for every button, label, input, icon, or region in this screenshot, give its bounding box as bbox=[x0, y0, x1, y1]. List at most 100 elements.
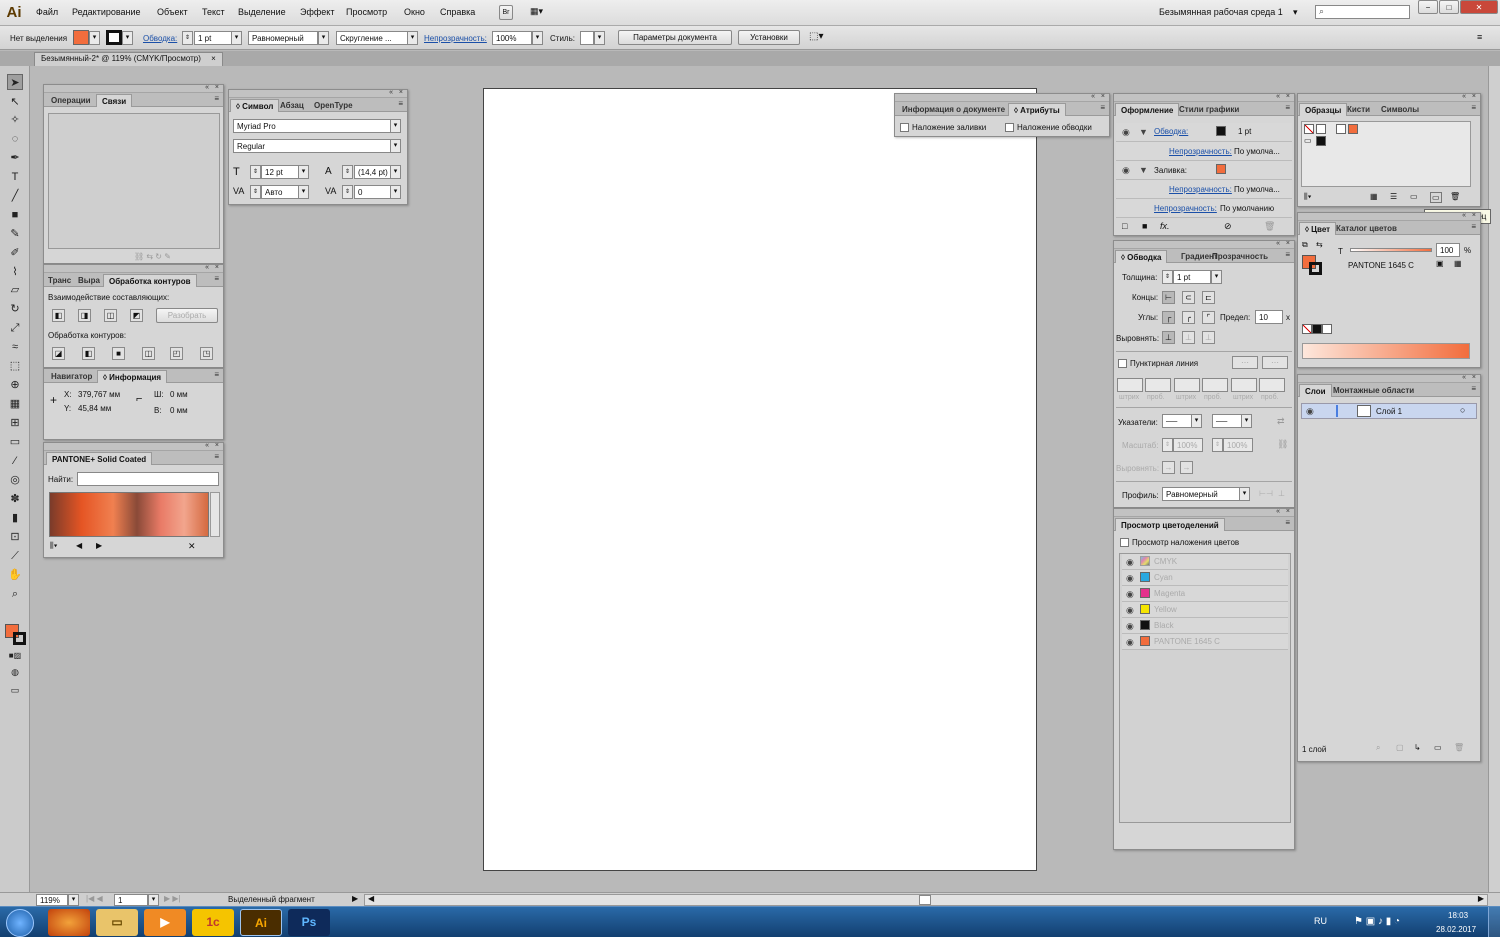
collapse-icon[interactable]: « bbox=[1091, 93, 1095, 100]
last-artboard-icon[interactable]: ▶ ▶| bbox=[164, 894, 181, 903]
pencil-tool-icon[interactable]: ✐ bbox=[7, 245, 23, 261]
menu-window[interactable]: Окно bbox=[404, 7, 425, 17]
layer-row[interactable]: ◉ Слой 1 ○ bbox=[1301, 403, 1477, 419]
visibility-eye-icon[interactable]: ◉ bbox=[1122, 165, 1130, 176]
stroke-opacity-link[interactable]: Непрозрачность: bbox=[1169, 147, 1232, 156]
panel-menu-icon[interactable]: ≡ bbox=[1285, 250, 1290, 259]
opacity-panel-link[interactable]: Непрозрачность: bbox=[424, 34, 487, 43]
dash-field-3[interactable] bbox=[1231, 378, 1257, 392]
visibility-eye-icon[interactable]: ◉ bbox=[1122, 127, 1130, 138]
language-indicator[interactable]: RU bbox=[1314, 916, 1327, 926]
stroke-weight-stepper[interactable]: ⇕ bbox=[182, 31, 193, 45]
layer-name[interactable]: Слой 1 bbox=[1376, 407, 1402, 416]
default-colors-icon[interactable]: ⧉ bbox=[1302, 240, 1308, 250]
hand-tool-icon[interactable]: ✋ bbox=[7, 567, 23, 583]
font-family-field[interactable]: Myriad Pro bbox=[233, 119, 391, 133]
stroke-color-swatch[interactable] bbox=[106, 30, 122, 45]
menu-type[interactable]: Текст bbox=[202, 7, 225, 17]
projecting-cap-icon[interactable]: ⊏ bbox=[1202, 291, 1215, 304]
end-arrowhead-dropdown[interactable]: ▾ bbox=[1241, 414, 1252, 428]
disclosure-triangle-icon[interactable]: ▼ bbox=[1139, 165, 1148, 175]
firefox-taskbar-icon[interactable] bbox=[48, 909, 90, 936]
panel-menu-icon[interactable]: ≡ bbox=[214, 370, 219, 379]
workspace-switcher[interactable]: Безымянная рабочая среда 1 bbox=[1159, 7, 1283, 17]
tab-transform[interactable]: Транс bbox=[45, 274, 75, 287]
clock-time[interactable]: 18:03 bbox=[1448, 911, 1468, 920]
scroll-right-icon[interactable]: ▶ bbox=[1478, 894, 1484, 903]
tab-navigator[interactable]: Навигатор bbox=[46, 370, 97, 383]
graphic-style-swatch[interactable] bbox=[580, 31, 594, 45]
close-icon[interactable]: × bbox=[215, 84, 219, 91]
visibility-eye-icon[interactable]: ◉ bbox=[1126, 637, 1134, 648]
panel-menu-icon[interactable]: ≡ bbox=[1285, 103, 1290, 112]
ink-row-black[interactable]: ◉ Black bbox=[1122, 618, 1288, 634]
warp-tool-icon[interactable]: ≈ bbox=[7, 339, 23, 355]
panel-menu-icon[interactable]: ≡ bbox=[214, 94, 219, 103]
minimize-button[interactable]: − bbox=[1418, 0, 1438, 14]
mesh-tool-icon[interactable]: ⊞ bbox=[7, 415, 23, 431]
new-swatch-icon[interactable]: ▭ bbox=[1430, 192, 1442, 203]
previous-library-icon[interactable]: ◀ bbox=[76, 541, 82, 550]
round-cap-icon[interactable]: ⊂ bbox=[1182, 291, 1195, 304]
tint-slider[interactable] bbox=[1350, 248, 1432, 252]
panel-menu-icon[interactable]: ≡ bbox=[1471, 103, 1476, 112]
profile-dropdown[interactable]: ▾ bbox=[318, 31, 329, 45]
find-input[interactable] bbox=[77, 472, 219, 486]
tab-color-guide[interactable]: Каталог цветов bbox=[1331, 222, 1402, 235]
locate-object-icon[interactable]: ⌕ bbox=[1376, 743, 1380, 753]
scroll-left-icon[interactable]: ◀ bbox=[368, 894, 374, 903]
weight-field[interactable]: 1 pt bbox=[1173, 270, 1211, 284]
color-mode-icons[interactable]: ■▨ bbox=[7, 648, 23, 664]
collapse-icon[interactable]: « bbox=[205, 442, 209, 449]
tab-document-info[interactable]: Информация о документе bbox=[897, 103, 1010, 116]
first-artboard-icon[interactable]: |◀ ◀ bbox=[86, 894, 103, 903]
object-opacity-link[interactable]: Непрозрачность: bbox=[1154, 204, 1217, 213]
brush-dropdown[interactable]: ▾ bbox=[407, 31, 418, 45]
profile-dropdown[interactable]: ▾ bbox=[1239, 487, 1250, 501]
align-outside-icon[interactable]: ⊥ bbox=[1202, 331, 1215, 344]
add-effect-icon[interactable]: fx. bbox=[1160, 221, 1170, 231]
collapse-icon[interactable]: « bbox=[205, 84, 209, 91]
free-transform-tool-icon[interactable]: ⬚ bbox=[7, 358, 23, 374]
stroke-color-icon[interactable] bbox=[13, 632, 26, 645]
dash-field-1[interactable] bbox=[1117, 378, 1143, 392]
font-size-stepper[interactable]: ⇕ bbox=[250, 165, 261, 179]
ink-row-pantone[interactable]: ◉ PANTONE 1645 C bbox=[1122, 634, 1288, 650]
ink-row-cyan[interactable]: ◉ Cyan bbox=[1122, 570, 1288, 586]
close-icon[interactable]: × bbox=[399, 89, 403, 96]
font-size-field[interactable]: 12 pt bbox=[261, 165, 299, 179]
bevel-join-icon[interactable]: ⌜ bbox=[1202, 311, 1215, 324]
links-list[interactable] bbox=[48, 113, 220, 249]
start-button[interactable] bbox=[6, 909, 34, 937]
artboard-dropdown[interactable]: ▾ bbox=[148, 894, 159, 906]
overprint-preview-checkbox[interactable] bbox=[1120, 538, 1129, 547]
menu-file[interactable]: Файл bbox=[36, 7, 58, 17]
tab-pantone[interactable]: PANTONE+ Solid Coated bbox=[46, 452, 153, 465]
new-sublayer-icon[interactable]: ↳ bbox=[1414, 743, 1421, 752]
black-color-chip[interactable] bbox=[1312, 324, 1322, 334]
close-icon[interactable]: × bbox=[1101, 93, 1105, 100]
overprint-stroke-checkbox[interactable] bbox=[1005, 123, 1014, 132]
leading-field[interactable]: (14,4 pt) bbox=[354, 165, 391, 179]
intersect-icon[interactable]: ◫ bbox=[104, 309, 117, 322]
preferences-button[interactable]: Установки bbox=[738, 30, 800, 45]
rectangle-tool-icon[interactable]: ■ bbox=[7, 207, 23, 223]
pen-tool-icon[interactable]: ✒ bbox=[7, 150, 23, 166]
swap-arrowheads-icon[interactable]: ⇄ bbox=[1277, 416, 1285, 427]
tab-opentype[interactable]: OpenType bbox=[309, 99, 358, 112]
crop-icon[interactable]: ◫ bbox=[142, 347, 155, 360]
appearance-stroke-link[interactable]: Обводка: bbox=[1154, 127, 1188, 136]
panel-menu-icon[interactable]: ≡ bbox=[214, 452, 219, 461]
tab-artboards[interactable]: Монтажные области bbox=[1328, 384, 1419, 397]
tracking-stepper[interactable]: ⇕ bbox=[342, 185, 353, 199]
kerning-stepper[interactable]: ⇕ bbox=[250, 185, 261, 199]
start-arrowhead-dropdown[interactable]: ▾ bbox=[1191, 414, 1202, 428]
minus-back-icon[interactable]: ◳ bbox=[200, 347, 213, 360]
menu-help[interactable]: Справка bbox=[440, 7, 475, 17]
make-clipping-mask-icon[interactable]: ▢ bbox=[1396, 743, 1404, 752]
collapse-icon[interactable]: « bbox=[1462, 212, 1466, 219]
none-color-chip[interactable] bbox=[1302, 324, 1312, 334]
stroke-panel-link[interactable]: Обводка: bbox=[143, 34, 177, 43]
fill-color-swatch[interactable] bbox=[73, 30, 89, 45]
panel-menu-icon[interactable]: ≡ bbox=[398, 99, 403, 108]
